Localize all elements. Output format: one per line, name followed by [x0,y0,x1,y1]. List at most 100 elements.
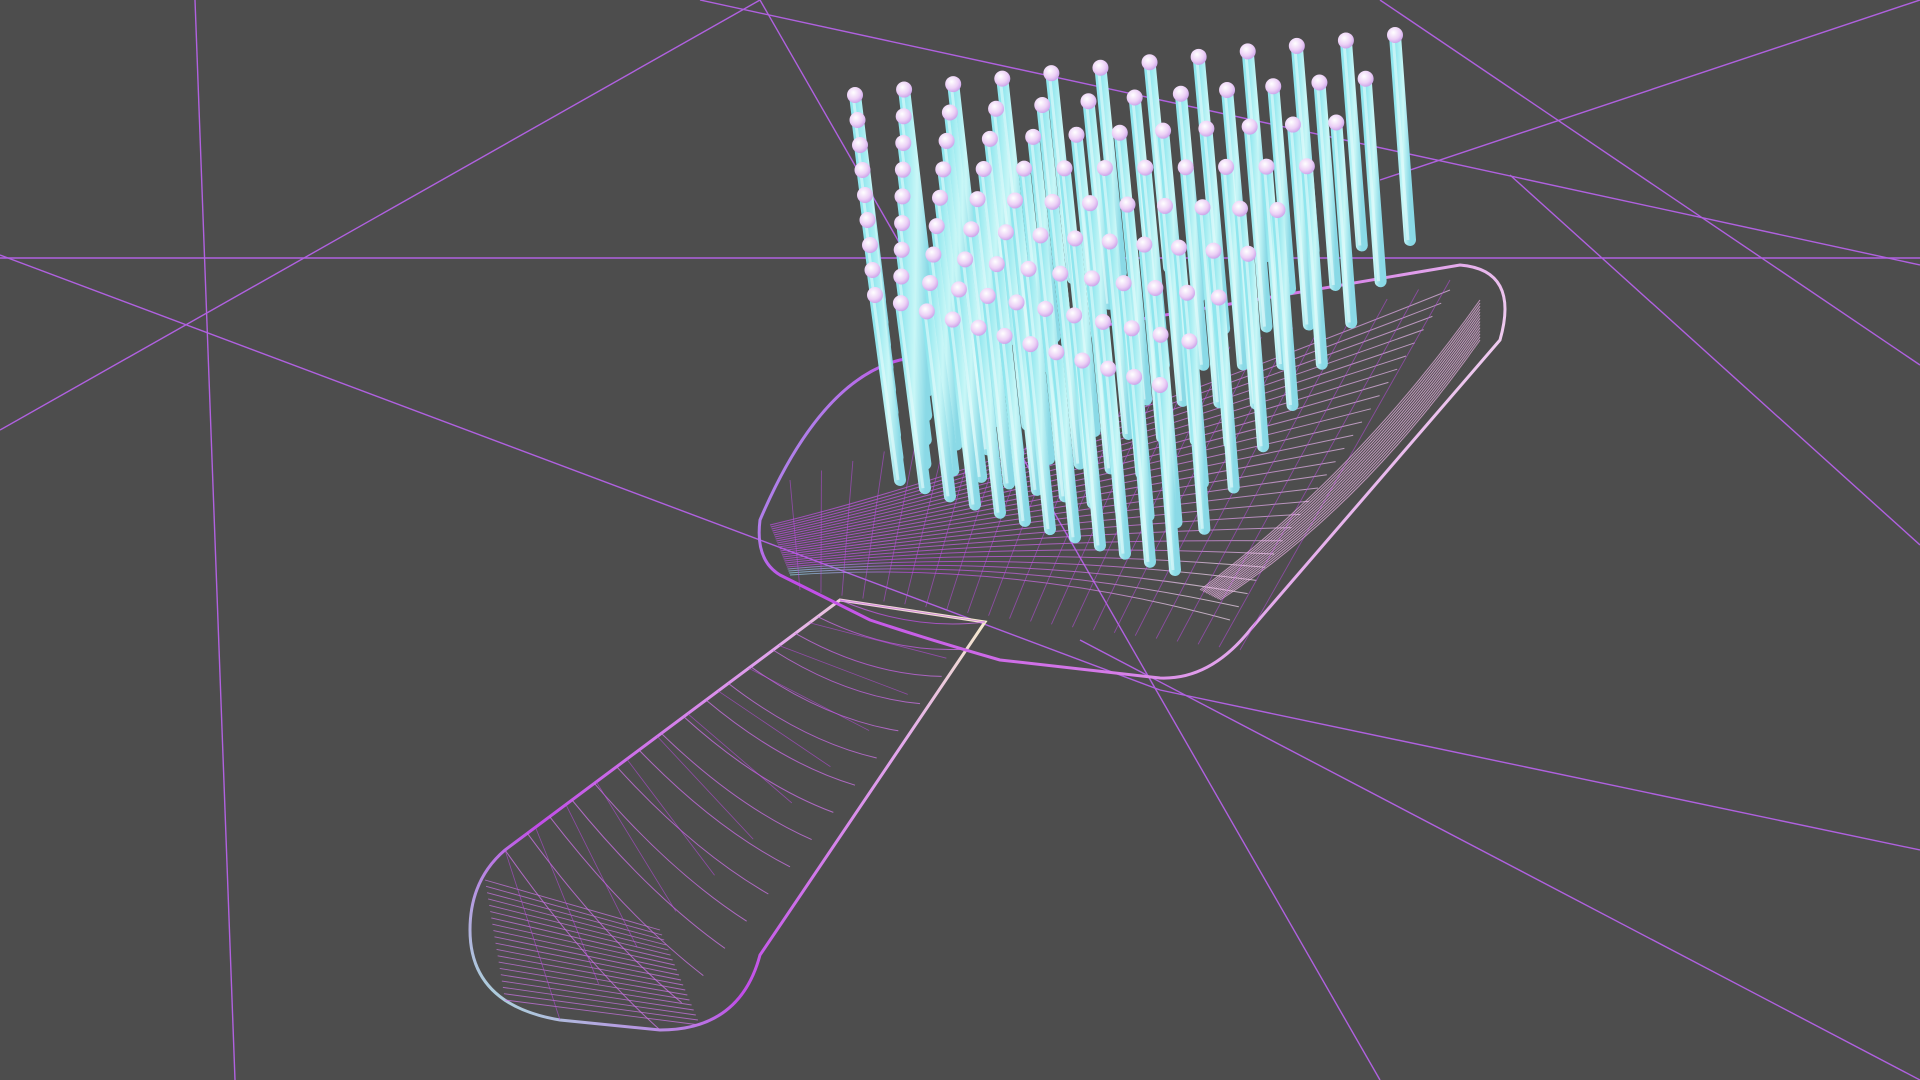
handle-mesh-line [717,690,831,768]
brush-handle-mesh [468,598,988,1032]
bristle-tip [1210,289,1227,306]
bristle-tip [1136,236,1153,253]
bristle-tip [1311,74,1328,91]
grid-line [1379,0,1920,366]
handle-mesh-line [638,749,791,868]
bristle-tip [1068,126,1085,143]
handle-mesh-line [687,713,793,804]
bristle-tip [922,274,939,291]
handle-mesh-line [772,649,921,705]
handle-mesh-line [660,732,812,841]
bristle-tip [1082,195,1098,212]
bristle-tip [1141,54,1158,71]
wireframe-scene [0,0,1920,1080]
handle-mesh-line [705,699,856,786]
bristle-tip [1357,70,1374,87]
bristle-tip [1232,200,1248,217]
bristle-tip [1032,227,1049,244]
bristle-tip [996,327,1013,344]
bristle-tip [1328,114,1345,131]
bristle-tip [1239,43,1256,60]
bristle-tip [1152,326,1169,343]
bristle-tip [1258,158,1275,175]
bristle-tip [893,241,910,258]
bristle-tip [1126,368,1143,385]
grid-line [1159,689,1920,851]
bristle-tip [950,281,967,298]
bristle-tip [1177,159,1194,176]
handle-mesh-line [817,616,964,651]
bristle-tip [894,215,911,232]
bristle-tip [1044,193,1061,210]
bristle-tip [1387,27,1403,43]
bristle-tip [1181,333,1198,350]
bristle-tip [1094,313,1111,330]
bristle-tip [1034,97,1051,113]
bristle-tip [1337,32,1354,49]
grid-line [1509,174,1920,546]
bristle-tip [944,311,961,328]
bristle-pin [1300,160,1328,370]
head-mesh-line [862,451,885,599]
bristle-tip [895,134,912,151]
bristle-tip [979,287,996,304]
bristle-tip [1219,82,1236,98]
bristle-tip [925,246,942,263]
bristle-tip [896,81,913,98]
bristle-tip [854,162,871,178]
handle-mesh-line [748,667,870,731]
grid-line [1379,0,1920,181]
bristle-tip [988,100,1005,117]
bristle-tip [1179,284,1196,301]
bristle-tip [857,187,873,203]
bristle-tip [1020,260,1037,277]
handle-mesh-line [728,682,877,759]
bristle-tip [928,218,945,235]
handle-mesh-line [656,736,754,840]
bristle-tip [1092,59,1109,76]
bristle-tip [1052,265,1069,282]
bristle-tip [938,132,955,149]
bristle-tip [864,262,881,278]
bristle-tip [1155,122,1172,139]
3d-viewport[interactable] [0,0,1920,1080]
grid-line [1079,639,1920,1080]
bristle-pin [1313,76,1342,291]
handle-mesh-line [683,716,834,813]
bristle-tip [1298,158,1315,175]
bristle-tip [981,130,998,147]
bristle-tip [1288,37,1305,54]
bristle-tip [975,160,992,177]
bristle-tip [852,137,868,153]
bristle-tip [867,287,883,303]
bristle-tip [918,303,935,320]
bristle-tip [935,161,952,178]
bristle-pin [1359,72,1387,288]
bristle-tip [859,212,876,228]
bristle-tip [1022,336,1039,353]
bristle-tip [1066,307,1083,324]
bristle-tip [1007,192,1023,209]
bristle-tip [1190,48,1207,65]
bristle-tip [1056,160,1073,177]
bristle-tip [1101,233,1118,250]
bristle-pin [1389,29,1416,246]
handle-mesh-line [565,804,638,948]
bristle-tip [941,104,958,121]
handle-mesh-line [495,942,682,981]
bristle-tip [1172,85,1189,102]
bristle-tip [894,161,911,178]
bristle-tip [1240,245,1257,262]
bristle-tip [1137,159,1154,176]
handle-mesh-line [626,758,715,876]
bristle-tip [895,108,912,125]
bristle-tip [1152,377,1168,393]
grid-line [0,0,761,431]
bristle-tip [932,189,948,206]
bristle-tip [988,256,1005,273]
bristle-tip [1115,275,1132,292]
bristle-tip [849,112,866,128]
bristle-tip [969,191,986,208]
bristle-tip [1241,118,1258,135]
handle-mesh-line [503,993,698,1021]
